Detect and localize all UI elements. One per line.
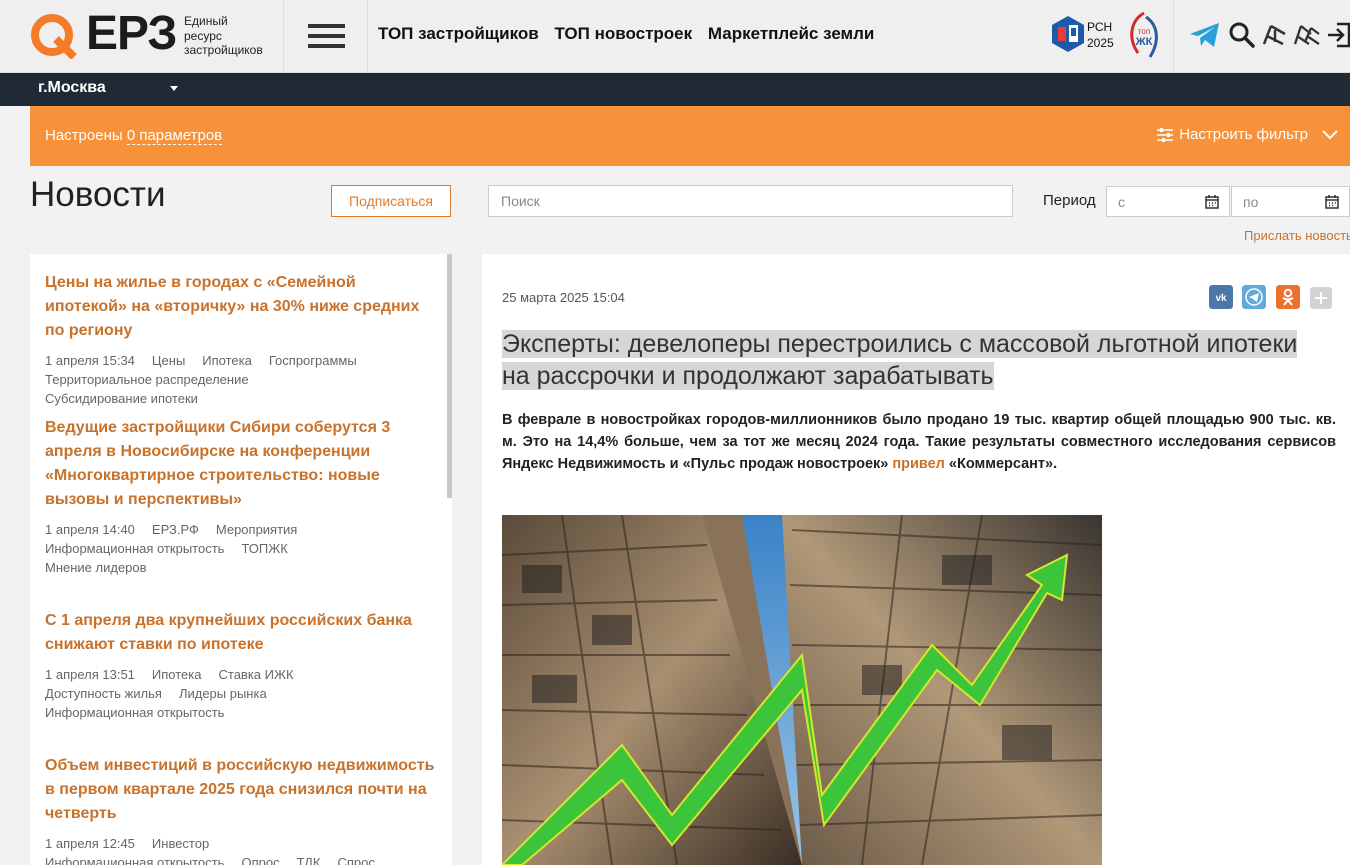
svg-text:ЖК: ЖК — [1135, 36, 1153, 48]
city-bar: г.Москва — [0, 73, 1350, 106]
article-date: 25 марта 2025 15:04 — [502, 290, 625, 305]
news-tag[interactable]: Ставка ИЖК — [219, 667, 294, 682]
news-tag[interactable]: Спрос — [337, 855, 374, 865]
crane-icon[interactable] — [1261, 22, 1287, 48]
svg-text:топ: топ — [1138, 27, 1150, 36]
sliders-icon — [1157, 127, 1174, 142]
article-lead: В феврале в новостройках городов-миллион… — [502, 412, 1336, 472]
news-title[interactable]: С 1 апреля два крупнейших российских бан… — [45, 609, 440, 657]
filter-count-link[interactable]: 0 параметров — [126, 127, 223, 145]
article-title: Эксперты: девелоперы перестроились с мас… — [502, 330, 1298, 390]
news-tag[interactable]: Опрос — [241, 855, 279, 865]
logo-subtitle: Единый ресурс застройщиков — [184, 14, 263, 57]
article-panel: 25 марта 2025 15:04 vk Эксперты: девелоп… — [482, 254, 1350, 865]
page-title: Новости — [30, 175, 166, 214]
news-tag[interactable]: Цены — [152, 353, 185, 368]
nav-top-newbuilds[interactable]: ТОП новостроек — [554, 24, 692, 43]
news-date: 1 апреля 15:34 — [45, 353, 135, 368]
site-header: ЕРЗ Единый ресурс застройщиков ТОП застр… — [0, 0, 1350, 73]
news-tag[interactable]: Информационная открытость — [45, 705, 224, 720]
news-tag[interactable]: ТОПЖК — [241, 541, 287, 556]
search-icon[interactable] — [1229, 22, 1255, 48]
news-tag[interactable]: Субсидирование ипотеки — [45, 391, 198, 406]
chevron-down-icon[interactable] — [170, 86, 178, 91]
news-tag[interactable]: Информационная открытость — [45, 541, 224, 556]
news-title[interactable]: Ведущие застройщики Сибири соберутся 3 а… — [45, 416, 440, 512]
subscribe-button[interactable]: Подписаться — [331, 185, 451, 217]
news-date: 1 апреля 13:51 — [45, 667, 135, 682]
cranes-icon[interactable] — [1293, 22, 1321, 48]
news-title[interactable]: Объем инвестиций в российскую недвижимос… — [45, 754, 440, 826]
news-list-scrollbar[interactable] — [447, 254, 452, 498]
news-title[interactable]: Цены на жилье в городах с «Семейной ипот… — [45, 271, 440, 343]
filter-summary: Настроены 0 параметров — [45, 127, 223, 145]
menu-icon[interactable] — [308, 24, 345, 48]
news-tag[interactable]: Лидеры рынка — [179, 686, 267, 701]
rsn-badge-icon[interactable] — [1050, 14, 1086, 54]
chevron-down-icon — [1322, 129, 1338, 139]
news-tag[interactable]: Ипотека — [202, 353, 252, 368]
news-tag[interactable]: Мнение лидеров — [45, 560, 147, 575]
news-tag[interactable]: Ипотека — [152, 667, 202, 682]
rsn-label: РСН 2025 — [1087, 20, 1114, 50]
telegram-icon[interactable] — [1189, 22, 1221, 48]
news-tag[interactable]: Мероприятия — [216, 522, 298, 537]
news-tag[interactable]: Инвестор — [152, 836, 209, 851]
erz-logo-icon[interactable] — [30, 11, 78, 59]
date-from-field[interactable] — [1106, 186, 1230, 217]
vk-icon[interactable]: vk — [1209, 285, 1233, 309]
news-date: 1 апреля 12:45 — [45, 836, 135, 851]
plus-icon[interactable] — [1310, 287, 1332, 309]
news-item: Цены на жилье в городах с «Семейной ипот… — [45, 271, 440, 408]
nav-top-developers[interactable]: ТОП застройщиков — [378, 24, 539, 43]
odnoklassniki-icon[interactable] — [1276, 285, 1300, 309]
configure-filter-button[interactable]: Настроить фильтр — [1157, 126, 1338, 143]
date-to-field[interactable] — [1231, 186, 1350, 217]
news-item: С 1 апреля два крупнейших российских бан… — [45, 609, 440, 722]
city-selector[interactable]: г.Москва — [38, 79, 106, 97]
top-zhk-logo-icon[interactable]: топ ЖК — [1124, 9, 1164, 63]
news-date: 1 апреля 14:40 — [45, 522, 135, 537]
svg-text:vk: vk — [1215, 293, 1227, 304]
top-nav: ТОП застройщиков ТОП новостроек Маркетпл… — [378, 24, 885, 44]
article-image — [502, 515, 1102, 865]
news-meta: 1 апреля 14:40 ЕРЗ.РФ Мероприятия Информаци… — [45, 520, 440, 577]
news-tag[interactable]: Госпрограммы — [269, 353, 357, 368]
nav-land-marketplace[interactable]: Маркетплейс земли — [708, 24, 874, 43]
news-meta: 1 апреля 13:51 Ипотека Ставка ИЖК Доступнос… — [45, 665, 440, 722]
news-tag[interactable]: Информационная открытость — [45, 855, 224, 865]
news-tag[interactable]: ТДК — [297, 855, 321, 865]
news-item: Объем инвестиций в российскую недвижимос… — [45, 754, 440, 865]
telegram-icon[interactable] — [1242, 285, 1266, 309]
logo-text[interactable]: ЕРЗ — [86, 8, 177, 60]
source-link[interactable]: привел — [892, 456, 945, 472]
date-from-input[interactable] — [1107, 187, 1219, 216]
news-tag[interactable]: Территориальное распределение — [45, 372, 249, 387]
news-meta: 1 апреля 15:34 Цены Ипотека Госпрограммы Тер… — [45, 351, 440, 408]
news-list: Цены на жилье в городах с «Семейной ипот… — [30, 254, 452, 865]
login-icon[interactable] — [1327, 22, 1350, 48]
news-tag[interactable]: ЕРЗ.РФ — [152, 522, 199, 537]
calendar-icon[interactable] — [1325, 195, 1339, 209]
period-label: Период — [1043, 192, 1096, 209]
news-item: Ведущие застройщики Сибири соберутся 3 а… — [45, 416, 440, 577]
filter-bar: Настроены 0 параметров Настроить фильтр — [30, 106, 1350, 166]
search-input[interactable] — [488, 185, 1013, 217]
news-meta: 1 апреля 12:45 Инвестор Информационная отк… — [45, 834, 440, 865]
send-news-link[interactable]: Прислать новость — [1244, 228, 1350, 243]
news-tag[interactable]: Доступность жилья — [45, 686, 162, 701]
calendar-icon[interactable] — [1205, 195, 1219, 209]
